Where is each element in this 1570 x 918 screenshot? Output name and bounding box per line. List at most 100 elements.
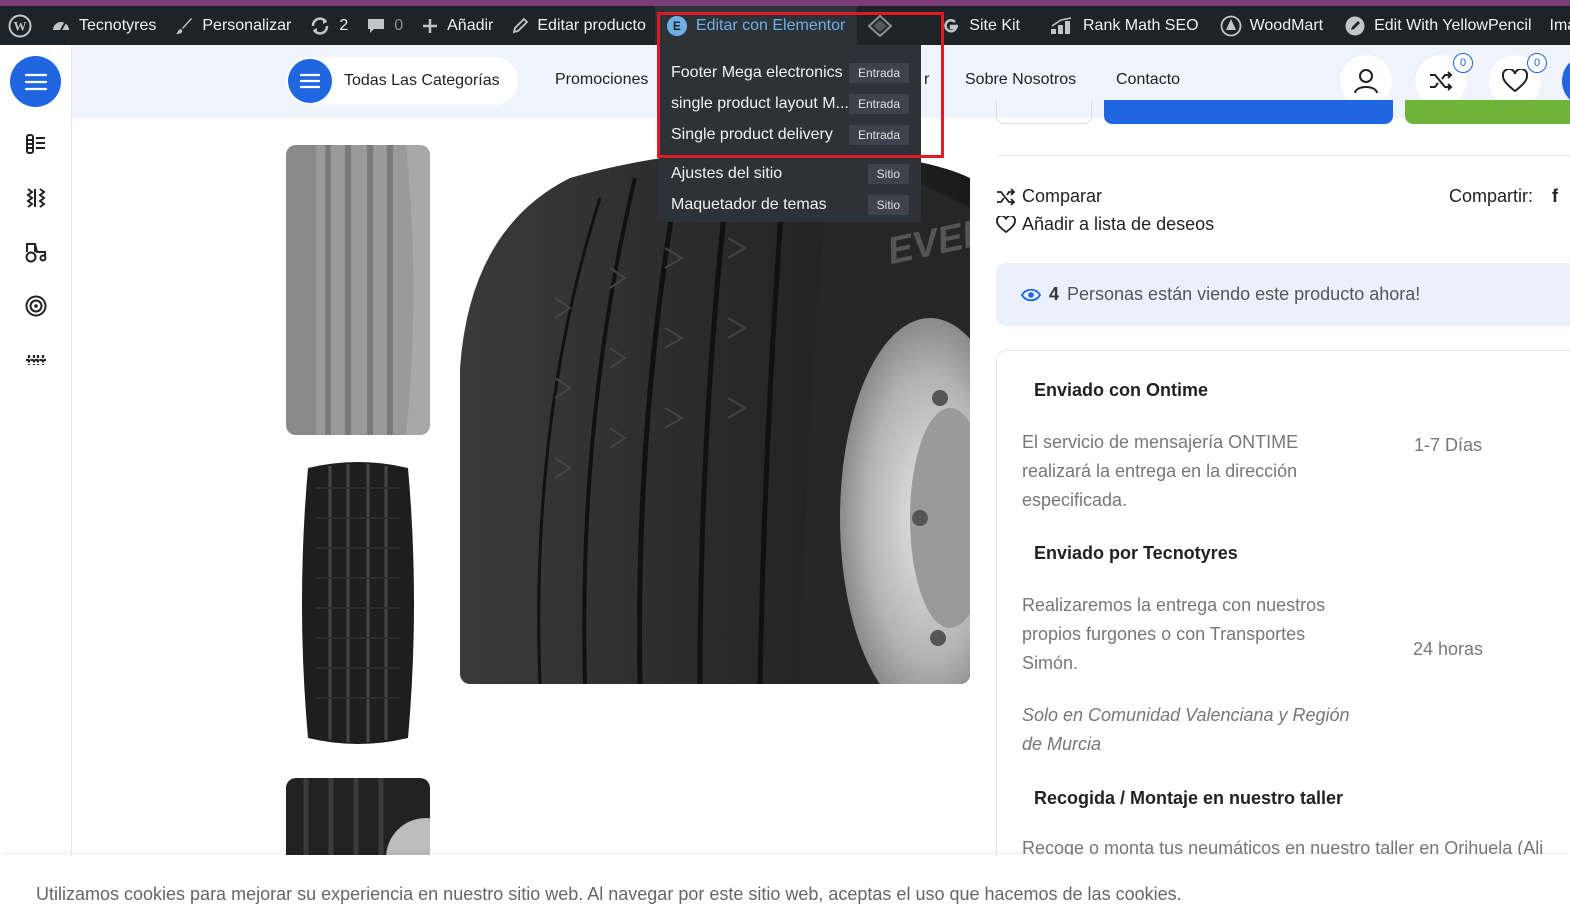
ontime-shipping-title: Enviado con Ontime: [1034, 380, 1209, 400]
compare-link[interactable]: Comparar: [996, 186, 1102, 207]
rank-math-icon: [1050, 16, 1072, 34]
tecnotyres-region-note: Solo en Comunidad Valenciana y Región de…: [1022, 705, 1350, 754]
comment-icon: [368, 18, 385, 33]
quantity-stepper[interactable]: [996, 100, 1092, 124]
wishlist-label: Añadir a lista de deseos: [1022, 214, 1215, 234]
woodmart-menu[interactable]: WoodMart: [1208, 6, 1333, 45]
compare-label: Comparar: [1022, 186, 1103, 206]
dropdown-item-label: Ajustes del sitio: [671, 164, 783, 182]
ontime-delivery-time: 1-7 Días: [1414, 435, 1483, 455]
gallery-thumbnail-2[interactable]: [286, 458, 430, 748]
pickup-title: Recogida / Montaje en nuestro taller: [1034, 788, 1344, 808]
vertical-category-sidebar: [0, 45, 72, 918]
customize-label: Personalizar: [202, 16, 292, 34]
wordpress-icon: W: [8, 14, 32, 37]
tire-side-thumbnail-image: [286, 145, 430, 435]
shuffle-icon: [1430, 71, 1453, 91]
hamburger-icon: [24, 73, 47, 90]
pencil-icon: [513, 17, 529, 33]
edit-with-elementor-menu[interactable]: E Editar con Elementor: [654, 6, 858, 45]
comments-count: 0: [394, 16, 404, 34]
site-name: Tecnotyres: [79, 16, 157, 34]
cookie-notice-bar: Utilizamos cookies para mejorar su exper…: [0, 855, 1570, 918]
elementor-icon: E: [666, 15, 687, 36]
divider: [996, 155, 1570, 156]
dropdown-item-site-settings[interactable]: Ajustes del sitio Sitio: [659, 158, 921, 189]
updates-icon: [312, 16, 329, 35]
dropdown-item-single-product-layout[interactable]: single product layout M... Entrada: [659, 88, 921, 119]
elementor-dropdown-menu: Footer Mega electronics Entrada single p…: [659, 45, 921, 222]
rank-math-label: Rank Math SEO: [1082, 16, 1199, 34]
eye-icon: [1021, 288, 1041, 301]
post-type-badge: Entrada: [848, 62, 909, 83]
yellowpencil-menu[interactable]: Edit With YellowPencil: [1332, 6, 1540, 45]
categories-hamburger: [288, 59, 332, 103]
rank-math-menu[interactable]: Rank Math SEO: [1029, 6, 1208, 45]
nav-promotions[interactable]: Promociones: [555, 71, 648, 89]
viewers-text: Personas están viendo este producto ahor…: [1067, 284, 1421, 304]
woodmart-icon: [1220, 15, 1241, 36]
dashboard-icon: [53, 21, 69, 30]
facebook-icon[interactable]: f: [1552, 186, 1558, 206]
nav-hidden-item-fragment[interactable]: r: [924, 71, 929, 89]
dropdown-separator: [659, 150, 921, 158]
plus-icon: [423, 18, 438, 33]
site-name-menu[interactable]: Tecnotyres: [42, 6, 165, 45]
tecnotyres-shipping-title: Enviado por Tecnotyres: [1034, 543, 1238, 563]
tractor-icon[interactable]: [24, 240, 48, 264]
add-to-wishlist-link[interactable]: Añadir a lista de deseos: [996, 214, 1214, 235]
dropdown-item-label: Single product delivery: [671, 125, 833, 143]
add-new-menu[interactable]: Añadir: [412, 6, 502, 45]
share-label: Compartir:: [1449, 186, 1534, 206]
gallery-thumbnail-1[interactable]: [286, 145, 430, 435]
post-type-badge: Entrada: [848, 124, 909, 145]
shuffle-icon: [997, 187, 1016, 206]
tecnotyres-shipping-description: Realizaremos la entrega con nuestros pro…: [1022, 595, 1326, 673]
share-section: Compartir: f: [1449, 186, 1558, 207]
dropdown-item-label: single product layout M...: [671, 94, 849, 112]
dropdown-item-footer-mega-electronics[interactable]: Footer Mega electronics Entrada: [659, 57, 921, 88]
wordpress-logo-menu[interactable]: W: [0, 6, 42, 45]
heart-icon: [1502, 69, 1528, 93]
diamond-icon: [867, 14, 893, 37]
site-badge: Sitio: [867, 194, 909, 215]
all-categories-button[interactable]: Todas Las Categorías: [286, 57, 518, 105]
add-to-cart-button[interactable]: [1104, 100, 1393, 124]
tread-pattern-icon[interactable]: [24, 186, 48, 210]
hamburger-icon: [300, 73, 320, 89]
sidebar-menu-button[interactable]: [10, 56, 61, 107]
nav-about-us[interactable]: Sobre Nosotros: [965, 71, 1076, 89]
viewers-count: 4: [1049, 284, 1060, 304]
live-viewers-notice: 4 Personas están viendo este producto ah…: [996, 263, 1570, 326]
comments-link[interactable]: 0: [357, 6, 412, 45]
tecnotyres-delivery-time: 24 horas: [1413, 639, 1484, 659]
woodmart-label: WoodMart: [1249, 16, 1324, 34]
add-new-label: Añadir: [447, 16, 494, 34]
yellowpencil-label: Edit With YellowPencil: [1374, 16, 1532, 34]
updates-link[interactable]: 2: [300, 6, 357, 45]
yellowpencil-icon: [1345, 16, 1365, 35]
edit-product-label: Editar producto: [537, 16, 646, 34]
updates-count: 2: [339, 16, 349, 34]
edit-with-elementor-label: Editar con Elementor: [695, 16, 846, 34]
site-badge: Sitio: [867, 163, 909, 184]
admin-bar: W Tecnotyres Personalizar 2 0 Añadir Edi…: [0, 6, 1570, 45]
site-kit-label: Site Kit: [969, 16, 1020, 34]
dropdown-item-label: Footer Mega electronics: [671, 63, 843, 81]
dropdown-item-single-product-delivery[interactable]: Single product delivery Entrada: [659, 119, 921, 150]
imagify-label: Imagify: [1549, 16, 1570, 34]
customize-link[interactable]: Personalizar: [165, 6, 300, 45]
imagify-menu[interactable]: Imagify: [1541, 6, 1570, 45]
nav-contact[interactable]: Contacto: [1116, 71, 1180, 89]
compare-count-badge: 0: [1453, 53, 1473, 73]
truck-tire-icon[interactable]: [24, 132, 48, 156]
tire-front-thumbnail-image: [302, 462, 414, 744]
axle-icon[interactable]: [24, 348, 48, 372]
svg-text:W: W: [14, 18, 27, 33]
edit-product-link[interactable]: Editar producto: [502, 6, 655, 45]
buy-now-button[interactable]: [1405, 100, 1570, 124]
dropdown-item-theme-builder[interactable]: Maquetador de temas Sitio: [659, 189, 921, 220]
diamond-menu[interactable]: [857, 6, 911, 45]
site-kit-menu[interactable]: Site Kit: [911, 6, 1029, 45]
wheel-icon[interactable]: [24, 294, 48, 318]
